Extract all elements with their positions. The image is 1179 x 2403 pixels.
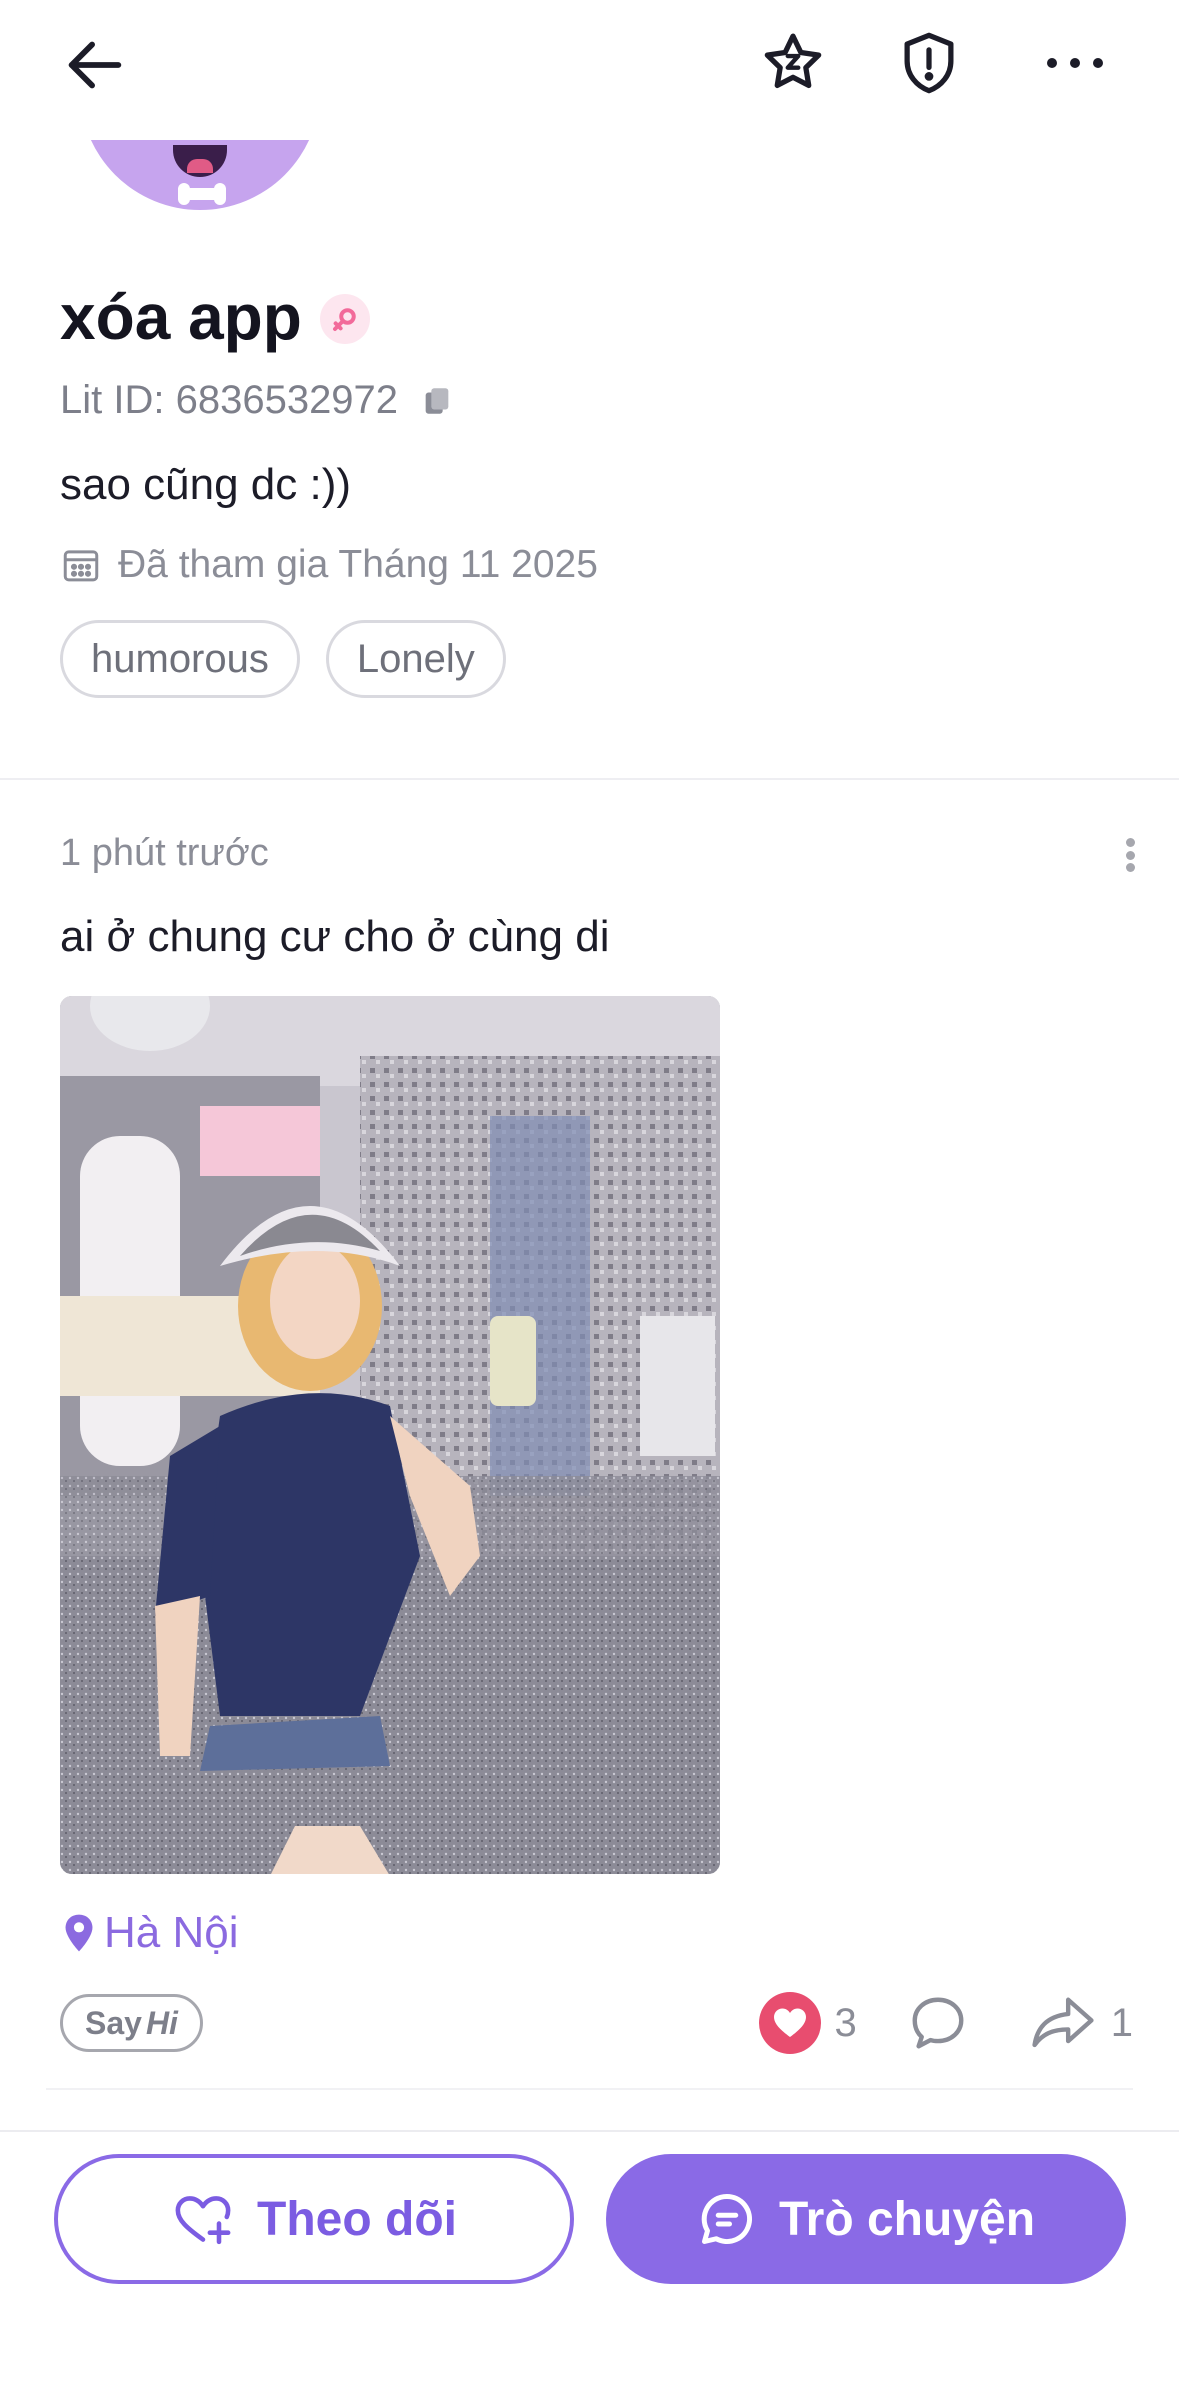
shield-alert-icon (904, 32, 954, 94)
post-location[interactable]: Hà Nội (62, 1908, 239, 1958)
bottom-action-bar: Theo dõi Trò chuyện (0, 2132, 1179, 2403)
female-symbol-icon (320, 294, 370, 344)
share-button[interactable]: 1 (1029, 1992, 1133, 2054)
profile-bio: sao cũng dc :)) (60, 460, 352, 509)
post-timestamp: 1 phút trước (60, 832, 269, 874)
top-bar (0, 0, 1179, 130)
arrow-left-icon (68, 41, 122, 89)
share-arrow-icon (1032, 1997, 1094, 2048)
joined-date-row: Đã tham gia Tháng 11 2025 (60, 543, 598, 587)
comment-button[interactable] (907, 1992, 969, 2054)
chat-label: Trò chuyện (778, 2192, 1036, 2246)
chat-button[interactable]: Trò chuyện (606, 2154, 1126, 2284)
chat-bubble-icon (701, 2193, 752, 2244)
post-divider (46, 2088, 1133, 2090)
profile-tags: humorous Lonely (60, 620, 506, 698)
say-hi-say: Say (85, 2004, 142, 2041)
follow-label: Theo dõi (257, 2192, 457, 2246)
copy-icon[interactable] (420, 384, 454, 418)
tag-lonely[interactable]: Lonely (325, 620, 506, 698)
like-button[interactable]: 3 (758, 1992, 857, 2054)
joined-date-text: Đã tham gia Tháng 11 2025 (118, 543, 598, 586)
star-badge-icon (764, 33, 822, 89)
more-options-button[interactable] (1030, 18, 1120, 108)
heart-plus-icon (175, 2196, 231, 2245)
section-divider (0, 778, 1179, 780)
say-hi-button[interactable]: Say Hi (60, 1994, 203, 2052)
heart-icon (758, 1992, 821, 2054)
lit-id-text: Lit ID: 6836532972 (60, 378, 399, 422)
post-more-icon[interactable] (1110, 830, 1150, 880)
post-photo[interactable] (60, 996, 720, 1874)
tag-humorous[interactable]: humorous (60, 620, 300, 698)
share-count: 1 (1110, 2000, 1133, 2045)
like-count: 3 (834, 2000, 857, 2045)
lit-id-row: Lit ID: 6836532972 (60, 378, 454, 423)
post-actions: 3 1 (758, 1990, 1133, 2056)
report-button[interactable] (884, 18, 974, 108)
post-text: ai ở chung cư cho ở cùng di (60, 912, 610, 961)
location-text: Hà Nội (104, 1908, 239, 1957)
say-hi-hi: Hi (145, 2004, 178, 2041)
more-horizontal-icon (1047, 58, 1103, 68)
avatar[interactable] (80, 140, 320, 210)
back-button[interactable] (50, 20, 140, 110)
profile-username: xóa app (60, 281, 302, 353)
calendar-icon (63, 550, 99, 582)
location-pin-icon (65, 1914, 93, 1952)
comment-bubble-icon (912, 1997, 964, 2049)
favorite-button[interactable] (748, 18, 838, 108)
follow-button[interactable]: Theo dõi (54, 2154, 574, 2284)
